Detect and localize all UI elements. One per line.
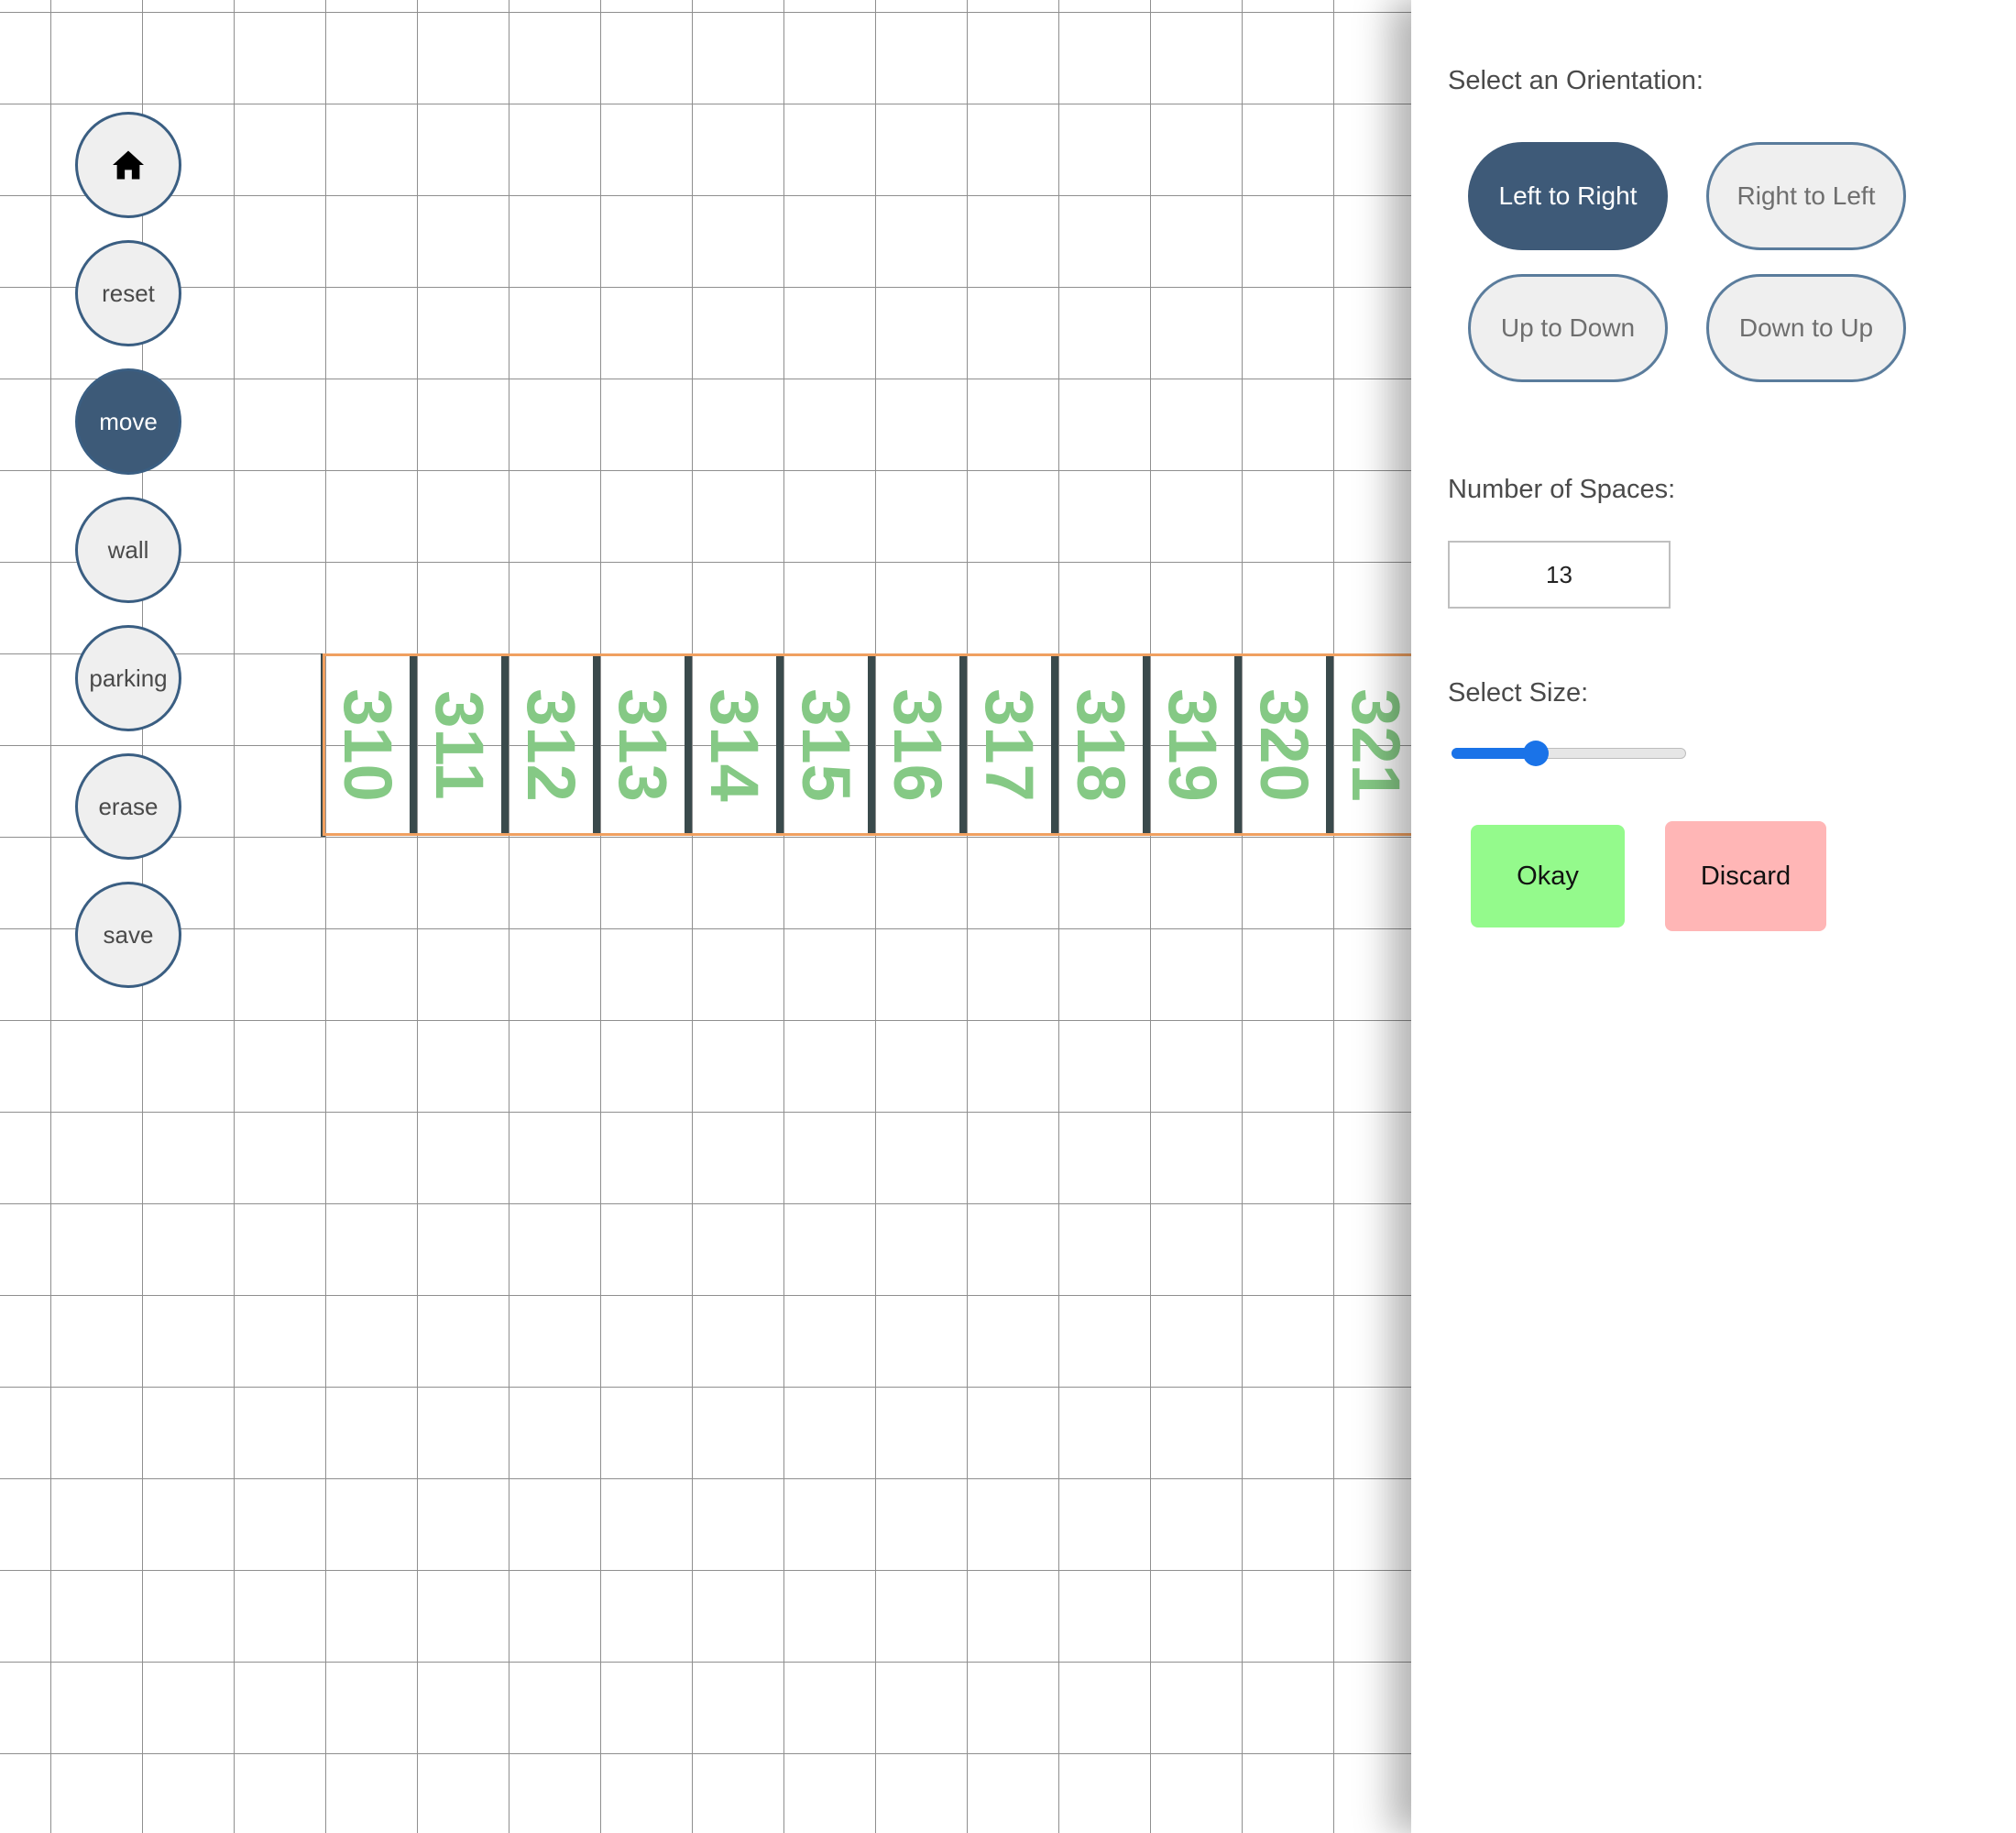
spaces-label: Number of Spaces: [1448, 475, 1676, 504]
grid-canvas[interactable]: reset move wall parking erase save 310 311 312 3… [0, 0, 1411, 1833]
move-button[interactable]: move [75, 368, 181, 475]
parking-space[interactable]: 317 [967, 656, 1058, 833]
spaces-input[interactable] [1448, 541, 1671, 609]
parking-space-number: 312 [513, 687, 589, 802]
parking-space-number: 318 [1063, 687, 1139, 802]
parking-space[interactable]: 321 [1333, 656, 1411, 833]
parking-space-number: 315 [788, 687, 864, 802]
parking-space[interactable]: 319 [1150, 656, 1242, 833]
parking-space[interactable]: 320 [1242, 656, 1333, 833]
parking-button[interactable]: parking [75, 625, 181, 731]
parking-space[interactable]: 313 [600, 656, 692, 833]
wall-button[interactable]: wall [75, 497, 181, 603]
erase-button[interactable]: erase [75, 753, 181, 860]
discard-button[interactable]: Discard [1665, 821, 1826, 931]
parking-space[interactable]: 316 [875, 656, 967, 833]
parking-space[interactable]: 318 [1058, 656, 1150, 833]
orientation-label: Select an Orientation: [1448, 66, 1704, 95]
slider-thumb[interactable] [1523, 741, 1550, 766]
orientation-up-to-down-button[interactable]: Up to Down [1468, 274, 1668, 382]
parking-row[interactable]: 310 311 312 313 314 315 316 317 318 319 320 321 [323, 653, 1411, 836]
size-label: Select Size: [1448, 678, 1589, 708]
parking-space-number: 317 [971, 687, 1047, 802]
parking-space[interactable]: 314 [692, 656, 783, 833]
orientation-right-to-left-button[interactable]: Right to Left [1706, 142, 1906, 250]
parking-space-number: 311 [422, 689, 498, 800]
parking-space-number: 313 [605, 687, 681, 802]
size-slider[interactable] [1452, 741, 1686, 766]
reset-button[interactable]: reset [75, 240, 181, 346]
parking-space-number: 314 [696, 687, 772, 802]
parking-space-number: 320 [1246, 687, 1322, 802]
orientation-left-to-right-button[interactable]: Left to Right [1468, 142, 1668, 250]
parking-space-number: 316 [880, 687, 956, 802]
settings-panel: Select an Orientation: Left to Right Rig… [1411, 0, 2016, 1833]
home-button[interactable] [75, 112, 181, 218]
parking-space[interactable]: 311 [417, 656, 509, 833]
okay-button[interactable]: Okay [1471, 825, 1625, 927]
home-icon [113, 150, 144, 180]
parking-space-number: 319 [1155, 687, 1231, 802]
parking-space-number: 321 [1338, 687, 1411, 802]
parking-space[interactable]: 315 [783, 656, 875, 833]
parking-space-number: 310 [330, 687, 406, 802]
parking-space[interactable]: 312 [509, 656, 600, 833]
orientation-down-to-up-button[interactable]: Down to Up [1706, 274, 1906, 382]
parking-space[interactable]: 310 [325, 656, 417, 833]
save-button[interactable]: save [75, 882, 181, 988]
